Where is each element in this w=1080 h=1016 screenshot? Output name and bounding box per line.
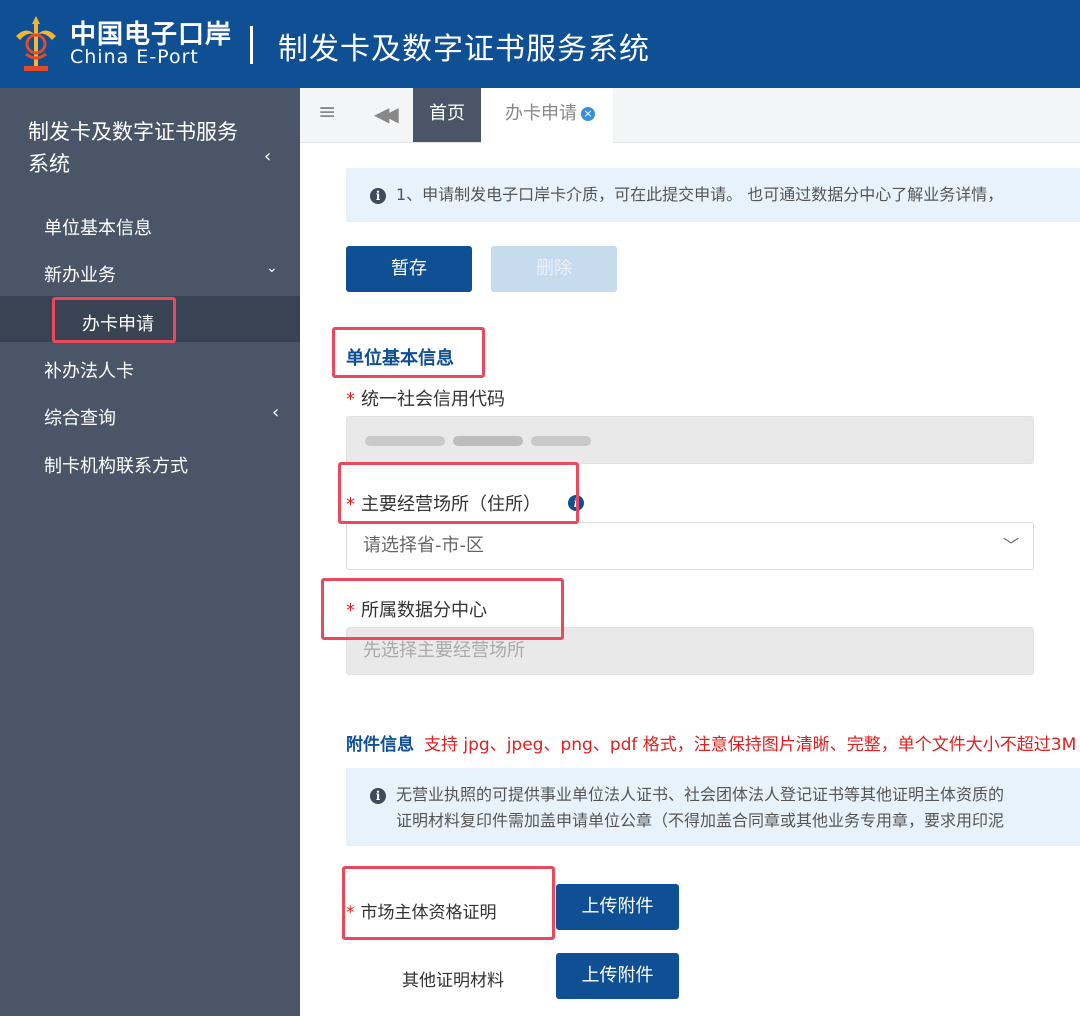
double-left-arrow-icon[interactable]: ◀◀ [374, 102, 399, 126]
tab-home[interactable]: 首页 [413, 88, 481, 142]
notice-line: 证明材料复印件需加盖申请单位公章（不得加盖合同章或其他业务专用章，要求用印泥 [396, 811, 1005, 830]
sidebar-item-company-info[interactable]: 单位基本信息 [44, 214, 152, 240]
chevron-down-icon: ﹀ [1002, 536, 1019, 555]
delete-button[interactable]: 删除 [491, 246, 617, 292]
attachments-header: 附件信息 支持 jpg、jpeg、png、pdf 格式，注意保持图片清晰、完整，单… [346, 730, 1076, 755]
redacted-text [531, 436, 591, 446]
highlight-box [52, 297, 176, 343]
credit-code-label: * 统一社会信用代码 [346, 389, 505, 410]
chevron-left-icon[interactable]: ‹ [264, 146, 271, 167]
system-title: 制发卡及数字证书服务系统 [278, 32, 650, 67]
header-divider [250, 26, 253, 64]
attachments-hint: 支持 jpg、jpeg、png、pdf 格式，注意保持图片清晰、完整，单个文件大… [424, 735, 1077, 755]
hamburger-icon[interactable]: ≡ [318, 100, 336, 125]
address-placeholder: 请选择省-市-区 [363, 535, 484, 556]
save-draft-button[interactable]: 暂存 [346, 246, 472, 292]
sidebar: 制发卡及数字证书服务系统 ‹ 单位基本信息 新办业务 ⌄ 办卡申请 补办法人卡 … [0, 88, 300, 1016]
attachments-title: 附件信息 [346, 735, 414, 755]
attachments-notice: i 无营业执照的可提供事业单位法人证书、社会团体法人登记证书等其他证明主体资质的 … [346, 768, 1080, 846]
highlight-box [342, 866, 555, 940]
app-header: 中国电子口岸 China E-Port 制发卡及数字证书服务系统 [0, 0, 1080, 88]
info-notice: i 1、申请制发电子口岸卡介质，可在此提交申请。 也可通过数据分中心了解业务详情， [346, 168, 1080, 222]
notice-text: 1、申请制发电子口岸卡介质，可在此提交申请。 也可通过数据分中心了解业务详情， [396, 185, 1004, 204]
close-icon[interactable]: × [581, 107, 595, 121]
sidebar-title[interactable]: 制发卡及数字证书服务系统 [28, 116, 258, 180]
upload-button-other[interactable]: 上传附件 [556, 953, 679, 999]
sidebar-item-query[interactable]: 综合查询 [44, 404, 116, 430]
chevron-left-icon[interactable]: ‹ [272, 402, 279, 423]
notice-line: i 无营业执照的可提供事业单位法人证书、社会团体法人登记证书等其他证明主体资质的 [370, 782, 1080, 808]
other-proof-label: 其他证明材料 [402, 971, 504, 991]
chevron-down-icon[interactable]: ⌄ [266, 260, 278, 276]
tab-label: 办卡申请 [505, 103, 577, 124]
redacted-text [453, 436, 523, 446]
info-icon: i [370, 187, 386, 204]
highlight-box [332, 327, 485, 378]
sidebar-item-new-business[interactable]: 新办业务 [44, 261, 116, 287]
tab-card-application[interactable]: 办卡申请 × [481, 88, 613, 143]
sidebar-item-reissue-legal-card[interactable]: 补办法人卡 [44, 357, 134, 383]
redacted-text [365, 436, 445, 446]
data-center-placeholder: 先选择主要经营场所 [363, 640, 525, 661]
required-mark: * [346, 389, 355, 410]
sidebar-item-contacts[interactable]: 制卡机构联系方式 [44, 452, 188, 478]
highlight-box [321, 578, 564, 640]
logo-text-en: China E-Port [70, 46, 199, 68]
address-select[interactable]: 请选择省-市-区 ﹀ [346, 522, 1034, 570]
upload-button-market-entity[interactable]: 上传附件 [556, 884, 679, 930]
highlight-box [338, 462, 579, 524]
credit-code-field [346, 416, 1034, 464]
info-icon: i [370, 787, 386, 804]
customs-emblem-icon [16, 16, 56, 71]
